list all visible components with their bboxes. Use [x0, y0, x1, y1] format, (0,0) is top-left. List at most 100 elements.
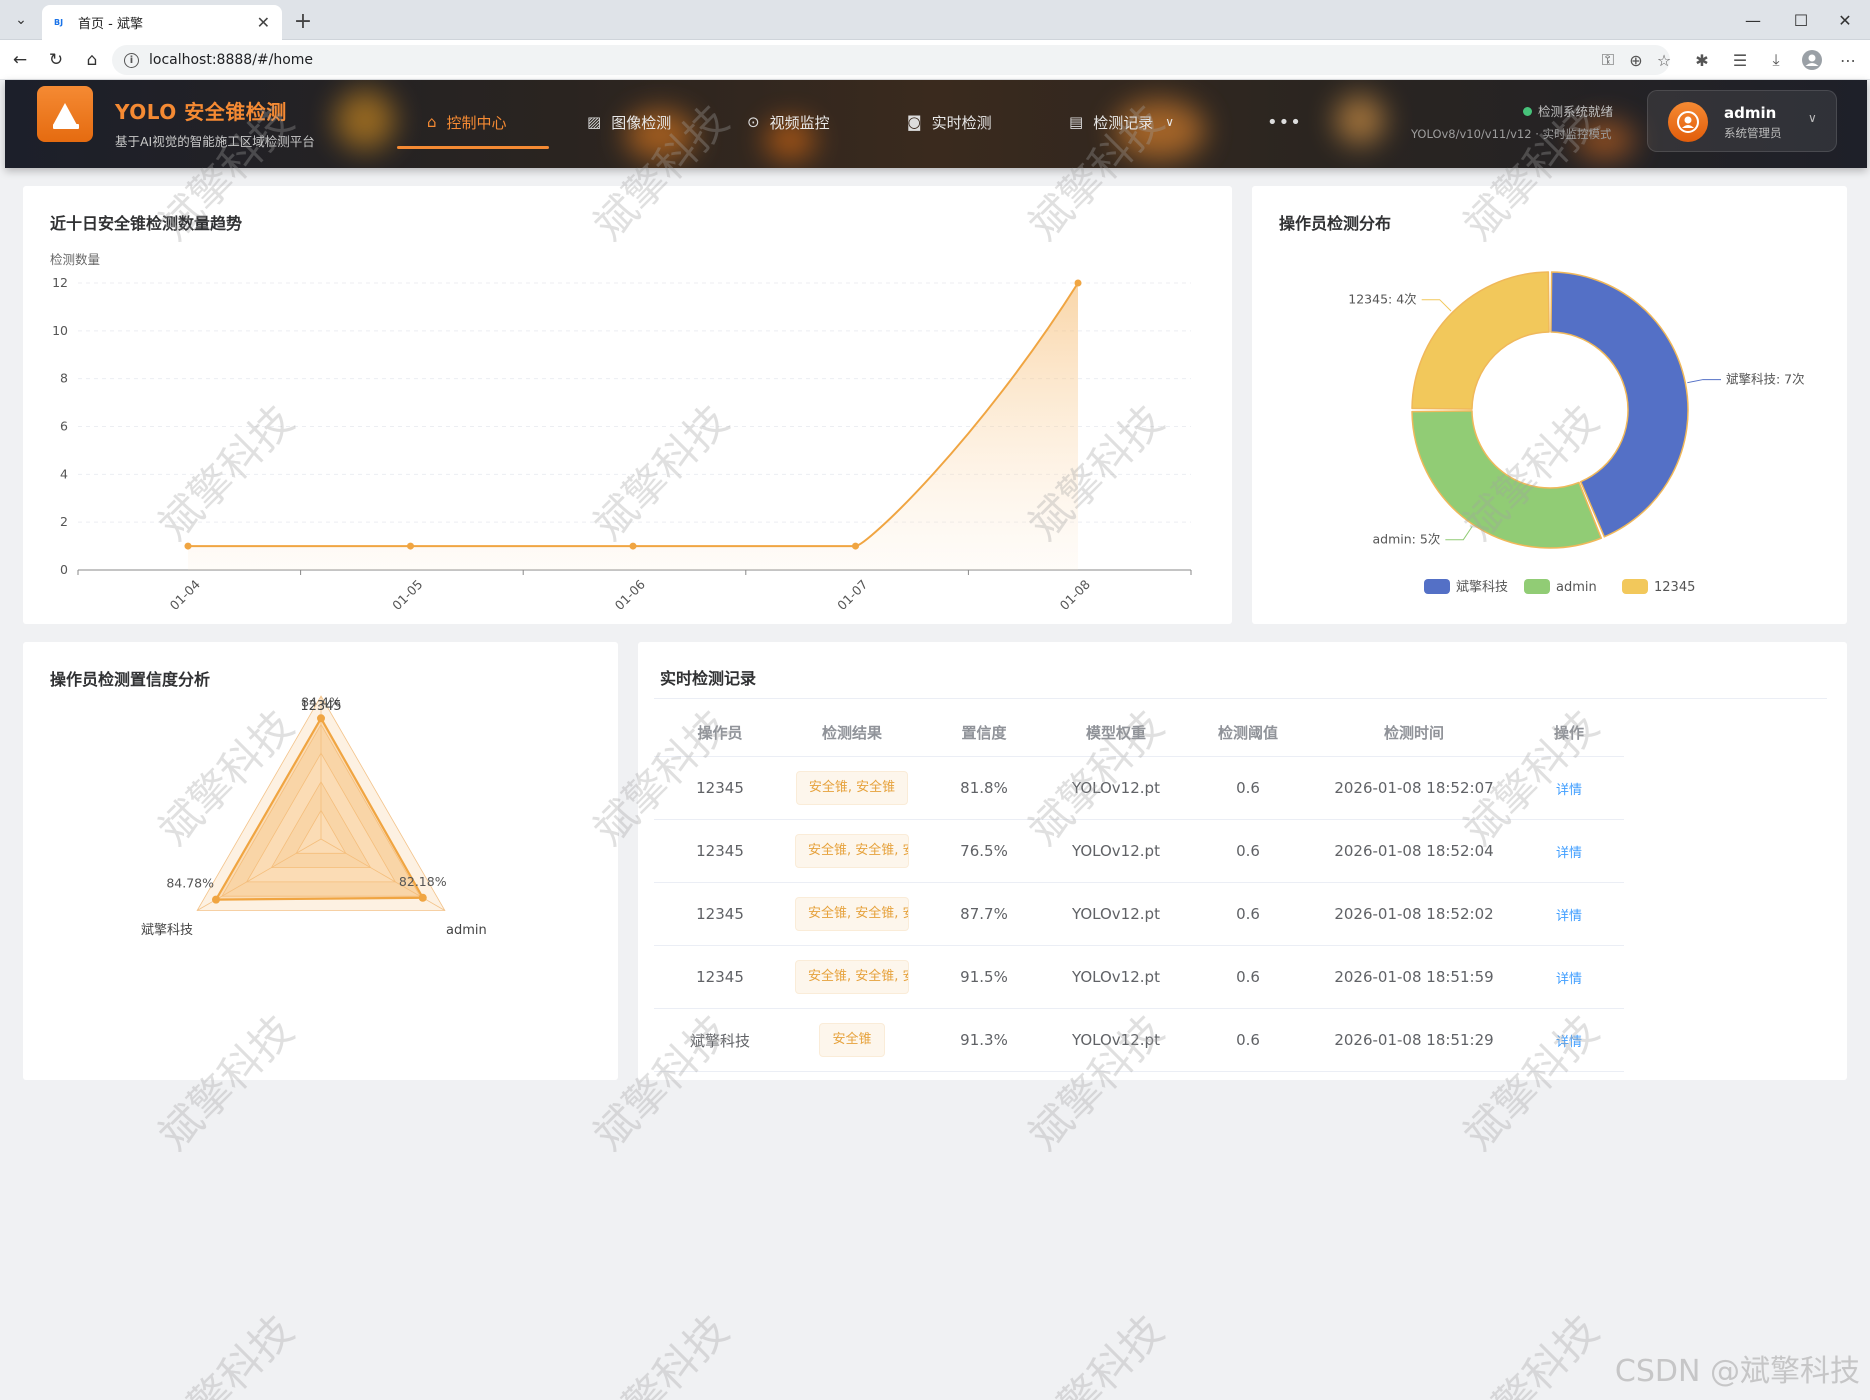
y-tick-label: 0 — [60, 562, 68, 577]
x-tick-label: 01-08 — [1057, 577, 1093, 613]
records-divider — [654, 698, 1827, 699]
download-icon[interactable]: ⤓ — [1764, 48, 1788, 72]
threshold-cell: 0.6 — [1236, 905, 1260, 923]
app-header: YOLO 安全锥检测 基于AI视觉的智能施工区域检测平台 ⌂ 控制中心 ▨ 图像… — [5, 80, 1867, 168]
trend-ylabel: 检测数量 — [50, 252, 100, 267]
x-tick-label: 01-05 — [389, 577, 425, 613]
action-cell: 详情 — [1514, 1031, 1624, 1050]
chevron-down-icon: ∨ — [1165, 115, 1174, 129]
window-close-icon[interactable]: ✕ — [1818, 0, 1870, 40]
new-tab-icon[interactable]: + — [290, 8, 316, 34]
traffic-cone-icon — [53, 103, 77, 125]
status-dot-icon — [1523, 107, 1532, 116]
browser-menu-icon[interactable]: ⋯ — [1836, 48, 1860, 72]
table-row: 12345 安全锥, 安全锥, 安 91.5% YOLOv12.pt 0.6 2… — [654, 946, 1624, 1009]
trend-data-point — [184, 542, 192, 550]
nav-label: 图像检测 — [611, 113, 672, 132]
legend-swatch — [1424, 579, 1450, 594]
records-card: 实时检测记录 操作员 检测结果 置信度 模型权重 检测阈值 检测时间 操作 12… — [638, 642, 1847, 1080]
close-tab-icon[interactable]: ✕ — [257, 13, 270, 32]
y-tick-label: 4 — [60, 466, 68, 481]
nav-detect-records[interactable]: ▤ 检测记录 ∨ — [1069, 102, 1174, 142]
nav-label: 检测记录 — [1093, 113, 1154, 132]
nav-control-center[interactable]: ⌂ 控制中心 — [427, 102, 507, 142]
radar-value-label: 82.18% — [399, 874, 447, 889]
favorite-star-icon[interactable]: ☆ — [1652, 48, 1676, 72]
nav-realtime-detect[interactable]: ◙ 实时检测 — [907, 102, 992, 142]
profile-icon[interactable] — [1800, 48, 1824, 72]
browser-tab[interactable]: BJ 首页 - 斌擎 ✕ — [42, 5, 282, 40]
app-subtitle: 基于AI视觉的智能施工区域检测平台 — [115, 134, 315, 149]
result-cell: 安全锥 — [786, 1023, 918, 1057]
minimize-icon[interactable]: — — [1726, 0, 1780, 40]
user-menu[interactable]: admin 系统管理员 ∨ — [1647, 90, 1837, 152]
model-cell: YOLOv12.pt — [1072, 779, 1160, 797]
table-header: 操作员 检测结果 置信度 模型权重 检测阈值 检测时间 操作 — [654, 709, 1624, 757]
user-name: admin — [1724, 104, 1777, 122]
zoom-icon[interactable]: ⊕ — [1624, 48, 1648, 72]
confidence-cell: 91.3% — [960, 1031, 1008, 1049]
watermark-text: 斌擎科技 — [1454, 1305, 1608, 1400]
detail-link[interactable]: 详情 — [1556, 846, 1582, 861]
pie-label-line — [1445, 526, 1473, 541]
home-browser-icon[interactable]: ⌂ — [78, 46, 106, 74]
action-cell: 详情 — [1514, 905, 1624, 924]
operator-cell: 12345 — [696, 779, 744, 797]
column-header: 检测时间 — [1383, 724, 1444, 742]
threshold-cell: 0.6 — [1236, 1031, 1260, 1049]
confidence-chart-card: 操作员检测置信度分析 84.4% 82.18% 84.78% 12345 admin 斌擎… — [23, 642, 618, 1080]
key-icon[interactable]: ⚿ — [1596, 48, 1620, 72]
detail-link[interactable]: 详情 — [1556, 1035, 1582, 1050]
trend-data-point — [629, 542, 637, 550]
url-input[interactable]: i localhost:8888/#/home — [112, 45, 1670, 75]
system-status: 检测系统就绪 — [1538, 104, 1614, 119]
result-cell: 安全锥, 安全锥, 安 — [786, 834, 918, 868]
result-tag: 安全锥, 安全锥, 安 — [795, 834, 909, 868]
back-icon[interactable]: ← — [6, 46, 34, 74]
radar-indicator-label: 12345 — [300, 699, 341, 714]
pie-slice — [1411, 271, 1550, 410]
watermark-text: 斌擎科技 — [1019, 1305, 1173, 1400]
y-tick-label: 10 — [52, 323, 68, 338]
column-header: 模型权重 — [1085, 724, 1146, 742]
records-table: 操作员 检测结果 置信度 模型权重 检测阈值 检测时间 操作 12345 安全锥… — [654, 709, 1624, 1072]
nav-label: 视频监控 — [769, 113, 830, 132]
records-title: 实时检测记录 — [660, 669, 757, 688]
trend-data-point — [852, 542, 859, 550]
action-cell: 详情 — [1514, 968, 1624, 987]
column-header: 检测阈值 — [1217, 724, 1278, 742]
avatar — [1668, 102, 1708, 142]
favorites-list-icon[interactable]: ☰ — [1728, 48, 1752, 72]
refresh-icon[interactable]: ↻ — [42, 46, 70, 74]
radar-data-point — [212, 895, 221, 904]
tab-list-chevron-icon[interactable]: ⌄ — [6, 6, 36, 34]
nav-video-monitor[interactable]: ⊙ 视频监控 — [747, 102, 830, 142]
browser-addressbar: ← ↻ ⌂ i localhost:8888/#/home ⚿ ⊕ ☆ ✱ ☰ … — [0, 40, 1870, 80]
camera-icon: ◙ — [907, 113, 922, 131]
radar-series-area — [214, 716, 425, 901]
radar-data-point — [418, 893, 427, 902]
detail-link[interactable]: 详情 — [1556, 909, 1582, 924]
nav-image-detect[interactable]: ▨ 图像检测 — [587, 102, 671, 142]
more-icon[interactable]: ••• — [1267, 112, 1302, 133]
trend-chart-card: 近十日安全锥检测数量趋势 检测数量 0 2 4 6 8 10 12 01-04 01-05 01-… — [23, 186, 1232, 624]
site-info-icon[interactable]: i — [124, 52, 139, 68]
action-cell: 详情 — [1514, 779, 1624, 798]
csdn-watermark: CSDN @斌擎科技 — [1614, 1354, 1860, 1389]
operator-cell: 斌擎科技 — [689, 1031, 750, 1050]
result-tag: 安全锥, 安全锥, 安 — [795, 960, 909, 994]
confidence-cell: 91.5% — [960, 968, 1008, 986]
model-cell: YOLOv12.pt — [1072, 905, 1160, 923]
result-tag: 安全锥, 安全锥 — [795, 771, 909, 805]
legend-swatch — [1524, 579, 1550, 594]
legend-item-label: admin — [1556, 580, 1597, 595]
extensions-icon[interactable]: ✱ — [1690, 48, 1714, 72]
detail-link[interactable]: 详情 — [1556, 972, 1582, 987]
pie-label-line — [1687, 379, 1722, 384]
app-logo — [37, 86, 93, 142]
detail-link[interactable]: 详情 — [1556, 783, 1582, 798]
y-tick-label: 2 — [60, 514, 68, 529]
x-tick-label: 01-04 — [167, 577, 203, 613]
play-icon: ⊙ — [747, 113, 760, 131]
result-cell: 安全锥, 安全锥, 安 — [786, 897, 918, 931]
